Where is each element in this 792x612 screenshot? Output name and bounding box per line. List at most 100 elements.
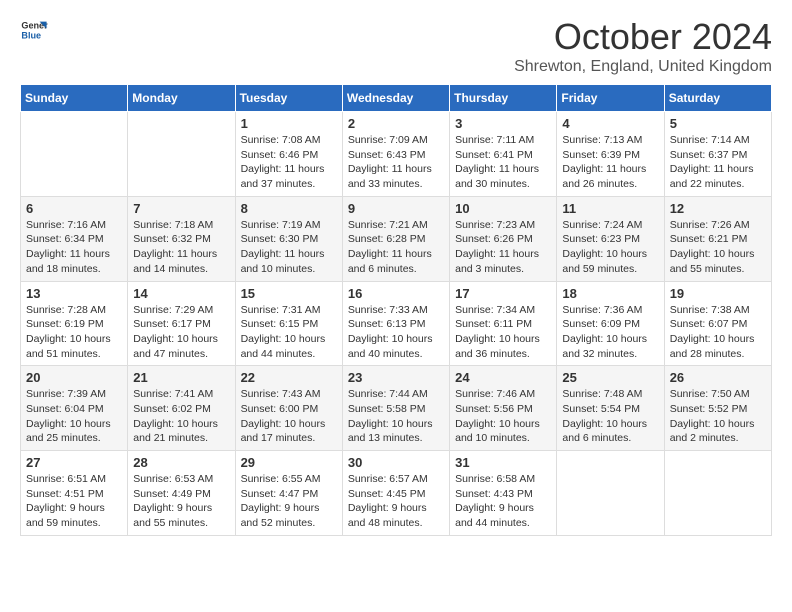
calendar-cell: 12 Sunrise: 7:26 AM Sunset: 6:21 PM Dayli… [664, 196, 771, 281]
calendar-cell: 9 Sunrise: 7:21 AM Sunset: 6:28 PM Daylig… [342, 196, 449, 281]
day-number: 30 [348, 455, 444, 470]
calendar-cell: 31 Sunrise: 6:58 AM Sunset: 4:43 PM Dayli… [450, 451, 557, 536]
day-number: 28 [133, 455, 229, 470]
day-number: 5 [670, 116, 766, 131]
day-number: 16 [348, 286, 444, 301]
day-number: 22 [241, 370, 337, 385]
calendar-cell: 2 Sunrise: 7:09 AM Sunset: 6:43 PM Daylig… [342, 112, 449, 197]
day-info: Sunrise: 7:29 AM Sunset: 6:17 PM Dayligh… [133, 303, 229, 362]
calendar-cell: 18 Sunrise: 7:36 AM Sunset: 6:09 PM Dayli… [557, 281, 664, 366]
day-info: Sunrise: 7:11 AM Sunset: 6:41 PM Dayligh… [455, 133, 551, 192]
day-info: Sunrise: 7:31 AM Sunset: 6:15 PM Dayligh… [241, 303, 337, 362]
day-info: Sunrise: 7:18 AM Sunset: 6:32 PM Dayligh… [133, 218, 229, 277]
day-info: Sunrise: 7:16 AM Sunset: 6:34 PM Dayligh… [26, 218, 122, 277]
day-number: 15 [241, 286, 337, 301]
weekday-header-saturday: Saturday [664, 85, 771, 112]
day-number: 1 [241, 116, 337, 131]
day-info: Sunrise: 7:41 AM Sunset: 6:02 PM Dayligh… [133, 387, 229, 446]
day-info: Sunrise: 7:44 AM Sunset: 5:58 PM Dayligh… [348, 387, 444, 446]
calendar-cell: 29 Sunrise: 6:55 AM Sunset: 4:47 PM Dayli… [235, 451, 342, 536]
day-number: 7 [133, 201, 229, 216]
day-info: Sunrise: 7:46 AM Sunset: 5:56 PM Dayligh… [455, 387, 551, 446]
day-number: 4 [562, 116, 658, 131]
day-info: Sunrise: 7:19 AM Sunset: 6:30 PM Dayligh… [241, 218, 337, 277]
title-section: October 2024 Shrewton, England, United K… [514, 16, 772, 76]
weekday-header-thursday: Thursday [450, 85, 557, 112]
calendar-cell: 1 Sunrise: 7:08 AM Sunset: 6:46 PM Daylig… [235, 112, 342, 197]
day-number: 20 [26, 370, 122, 385]
day-number: 9 [348, 201, 444, 216]
calendar-cell [664, 451, 771, 536]
calendar-cell: 16 Sunrise: 7:33 AM Sunset: 6:13 PM Dayli… [342, 281, 449, 366]
calendar-cell: 21 Sunrise: 7:41 AM Sunset: 6:02 PM Dayli… [128, 366, 235, 451]
day-number: 26 [670, 370, 766, 385]
day-number: 21 [133, 370, 229, 385]
calendar-cell: 28 Sunrise: 6:53 AM Sunset: 4:49 PM Dayli… [128, 451, 235, 536]
day-info: Sunrise: 7:36 AM Sunset: 6:09 PM Dayligh… [562, 303, 658, 362]
day-info: Sunrise: 7:26 AM Sunset: 6:21 PM Dayligh… [670, 218, 766, 277]
day-info: Sunrise: 7:33 AM Sunset: 6:13 PM Dayligh… [348, 303, 444, 362]
calendar-week-row: 27 Sunrise: 6:51 AM Sunset: 4:51 PM Dayli… [21, 451, 772, 536]
calendar-cell: 25Sunrise: 7:48 AM Sunset: 5:54 PM Dayli… [557, 366, 664, 451]
day-info: Sunrise: 7:21 AM Sunset: 6:28 PM Dayligh… [348, 218, 444, 277]
svg-text:Blue: Blue [21, 30, 41, 40]
day-info: Sunrise: 7:38 AM Sunset: 6:07 PM Dayligh… [670, 303, 766, 362]
calendar-cell: 30 Sunrise: 6:57 AM Sunset: 4:45 PM Dayli… [342, 451, 449, 536]
calendar-cell: 6 Sunrise: 7:16 AM Sunset: 6:34 PM Daylig… [21, 196, 128, 281]
day-info: Sunrise: 7:39 AM Sunset: 6:04 PM Dayligh… [26, 387, 122, 446]
calendar-cell: 27 Sunrise: 6:51 AM Sunset: 4:51 PM Dayli… [21, 451, 128, 536]
calendar-cell: 8 Sunrise: 7:19 AM Sunset: 6:30 PM Daylig… [235, 196, 342, 281]
day-number: 29 [241, 455, 337, 470]
day-info: Sunrise: 7:50 AM Sunset: 5:52 PM Dayligh… [670, 387, 766, 446]
day-number: 23 [348, 370, 444, 385]
day-info: Sunrise: 7:08 AM Sunset: 6:46 PM Dayligh… [241, 133, 337, 192]
day-info: Sunrise: 6:58 AM Sunset: 4:43 PM Dayligh… [455, 472, 551, 531]
calendar-cell: 4 Sunrise: 7:13 AM Sunset: 6:39 PM Daylig… [557, 112, 664, 197]
weekday-header-tuesday: Tuesday [235, 85, 342, 112]
weekday-header-friday: Friday [557, 85, 664, 112]
calendar-cell: 5Sunrise: 7:14 AM Sunset: 6:37 PM Daylig… [664, 112, 771, 197]
day-info: Sunrise: 6:57 AM Sunset: 4:45 PM Dayligh… [348, 472, 444, 531]
day-number: 6 [26, 201, 122, 216]
calendar-cell: 17 Sunrise: 7:34 AM Sunset: 6:11 PM Dayli… [450, 281, 557, 366]
month-title: October 2024 [514, 16, 772, 58]
calendar-week-row: 13Sunrise: 7:28 AM Sunset: 6:19 PM Dayli… [21, 281, 772, 366]
calendar-cell: 7 Sunrise: 7:18 AM Sunset: 6:32 PM Daylig… [128, 196, 235, 281]
calendar-cell: 13Sunrise: 7:28 AM Sunset: 6:19 PM Dayli… [21, 281, 128, 366]
day-info: Sunrise: 7:09 AM Sunset: 6:43 PM Dayligh… [348, 133, 444, 192]
day-info: Sunrise: 7:23 AM Sunset: 6:26 PM Dayligh… [455, 218, 551, 277]
calendar-cell: 11 Sunrise: 7:24 AM Sunset: 6:23 PM Dayli… [557, 196, 664, 281]
day-number: 27 [26, 455, 122, 470]
calendar-cell: 22Sunrise: 7:43 AM Sunset: 6:00 PM Dayli… [235, 366, 342, 451]
calendar-week-row: 20 Sunrise: 7:39 AM Sunset: 6:04 PM Dayli… [21, 366, 772, 451]
weekday-header-sunday: Sunday [21, 85, 128, 112]
day-info: Sunrise: 6:55 AM Sunset: 4:47 PM Dayligh… [241, 472, 337, 531]
weekday-header-row: SundayMondayTuesdayWednesdayThursdayFrid… [21, 85, 772, 112]
day-number: 2 [348, 116, 444, 131]
page-header: General Blue October 2024 Shrewton, Engl… [20, 16, 772, 76]
day-info: Sunrise: 7:34 AM Sunset: 6:11 PM Dayligh… [455, 303, 551, 362]
weekday-header-monday: Monday [128, 85, 235, 112]
day-number: 25 [562, 370, 658, 385]
calendar-week-row: 1 Sunrise: 7:08 AM Sunset: 6:46 PM Daylig… [21, 112, 772, 197]
day-info: Sunrise: 7:24 AM Sunset: 6:23 PM Dayligh… [562, 218, 658, 277]
day-info: Sunrise: 7:13 AM Sunset: 6:39 PM Dayligh… [562, 133, 658, 192]
calendar-cell: 20 Sunrise: 7:39 AM Sunset: 6:04 PM Dayli… [21, 366, 128, 451]
day-number: 17 [455, 286, 551, 301]
day-number: 31 [455, 455, 551, 470]
calendar-cell: 23 Sunrise: 7:44 AM Sunset: 5:58 PM Dayli… [342, 366, 449, 451]
logo-icon: General Blue [20, 16, 48, 44]
day-number: 11 [562, 201, 658, 216]
day-info: Sunrise: 7:28 AM Sunset: 6:19 PM Dayligh… [26, 303, 122, 362]
day-number: 18 [562, 286, 658, 301]
calendar-cell: 19Sunrise: 7:38 AM Sunset: 6:07 PM Dayli… [664, 281, 771, 366]
day-number: 8 [241, 201, 337, 216]
calendar-cell: 15 Sunrise: 7:31 AM Sunset: 6:15 PM Dayli… [235, 281, 342, 366]
location: Shrewton, England, United Kingdom [514, 58, 772, 76]
day-info: Sunrise: 6:51 AM Sunset: 4:51 PM Dayligh… [26, 472, 122, 531]
day-number: 14 [133, 286, 229, 301]
calendar-cell: 3Sunrise: 7:11 AM Sunset: 6:41 PM Daylig… [450, 112, 557, 197]
day-info: Sunrise: 6:53 AM Sunset: 4:49 PM Dayligh… [133, 472, 229, 531]
day-number: 12 [670, 201, 766, 216]
calendar-cell: 26 Sunrise: 7:50 AM Sunset: 5:52 PM Dayli… [664, 366, 771, 451]
